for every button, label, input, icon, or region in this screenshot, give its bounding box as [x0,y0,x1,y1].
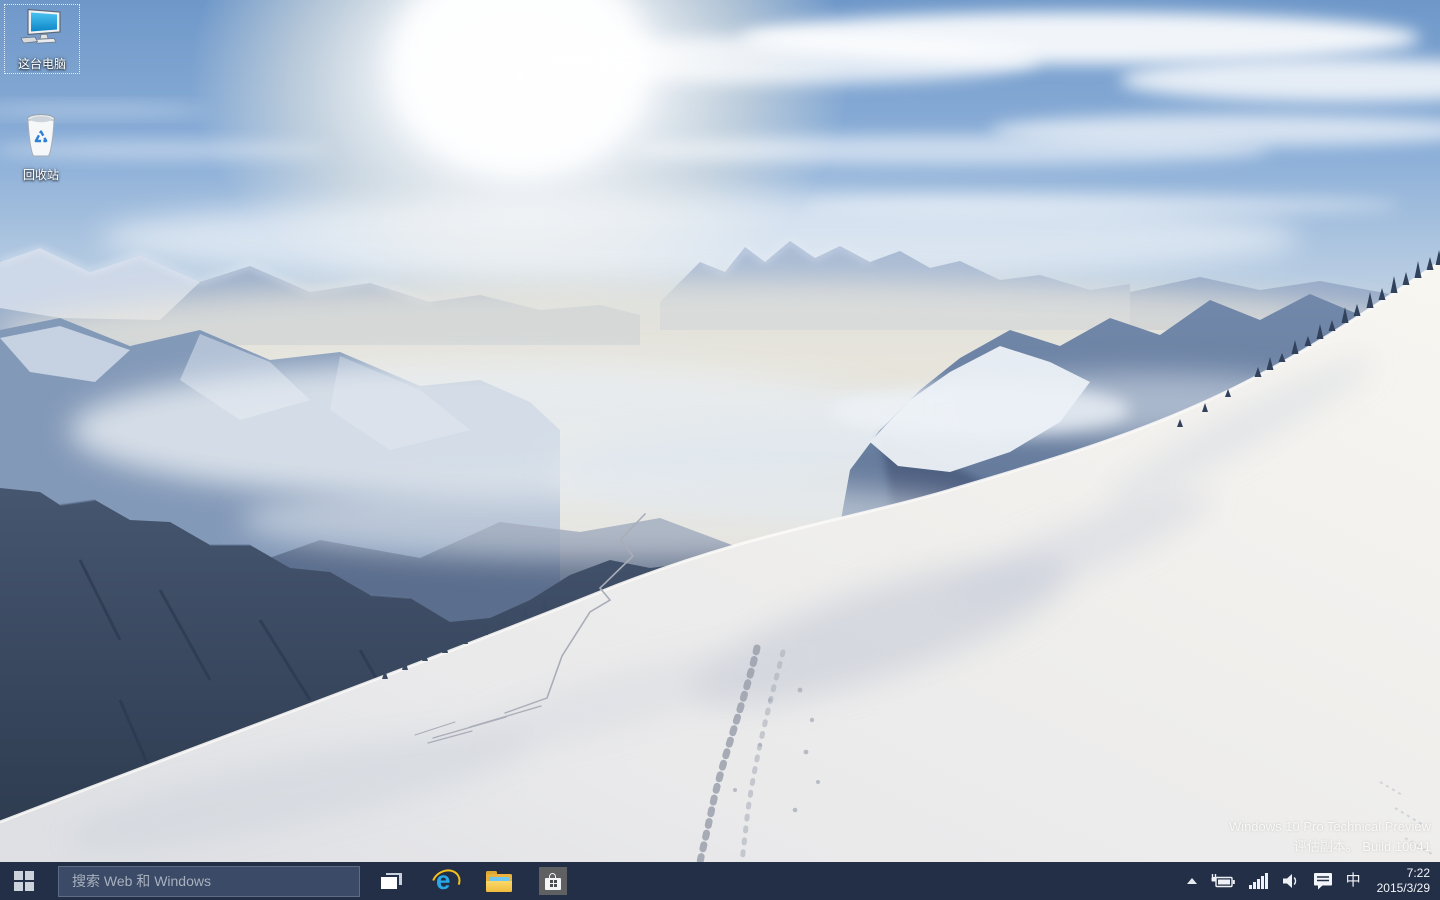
task-view-icon [380,873,402,889]
wallpaper-snow-mountains [0,0,1440,862]
desktop-icon-this-pc[interactable]: 这台电脑 [4,4,80,74]
windows-logo-icon [14,871,34,891]
show-hidden-icons-button[interactable] [1184,862,1200,900]
this-pc-icon [19,8,65,55]
internet-explorer-icon: e [426,864,466,900]
action-center-icon [1313,873,1332,890]
battery-charging-icon [1211,874,1235,888]
watermark-line1: Windows 10 Pro Technical Preview [1228,819,1431,834]
battery-status-button[interactable] [1207,862,1239,900]
clock-date: 2015/3/29 [1376,881,1430,895]
build-watermark: Windows 10 Pro Technical Preview 评估副本。 B… [1229,817,1431,857]
signal-bars-icon [1248,873,1268,889]
search-input[interactable] [59,873,359,889]
file-explorer-button[interactable] [476,862,522,900]
system-tray: 中 7:22 2015/3/29 [1184,862,1440,900]
task-view-button[interactable] [368,862,414,900]
internet-explorer-button[interactable]: e [422,862,468,900]
this-pc-label: 这台电脑 [17,57,66,71]
start-button[interactable] [0,862,48,900]
recycle-bin-label: 回收站 [22,168,59,182]
file-explorer-icon [486,870,512,892]
taskbar: e [0,862,1440,900]
taskbar-clock[interactable]: 7:22 2015/3/29 [1371,866,1434,896]
chevron-up-icon [1186,878,1197,884]
clock-time: 7:22 [1406,866,1430,880]
store-icon [539,867,567,895]
store-button[interactable] [530,862,576,900]
recycle-bin-icon [21,111,61,166]
taskbar-search [58,865,360,897]
watermark-line2: 评估副本。 Build 10041 [1293,839,1431,854]
desktop-icon-recycle-bin[interactable]: 回收站 [4,108,78,184]
ime-indicator[interactable]: 中 [1343,862,1364,900]
desktop: 这台电脑 回收站 Windows 10 Pro Technical Previe… [0,0,1440,900]
network-status-button[interactable] [1246,862,1272,900]
volume-button[interactable] [1279,862,1303,900]
speaker-icon [1282,874,1296,888]
action-center-button[interactable] [1310,862,1336,900]
